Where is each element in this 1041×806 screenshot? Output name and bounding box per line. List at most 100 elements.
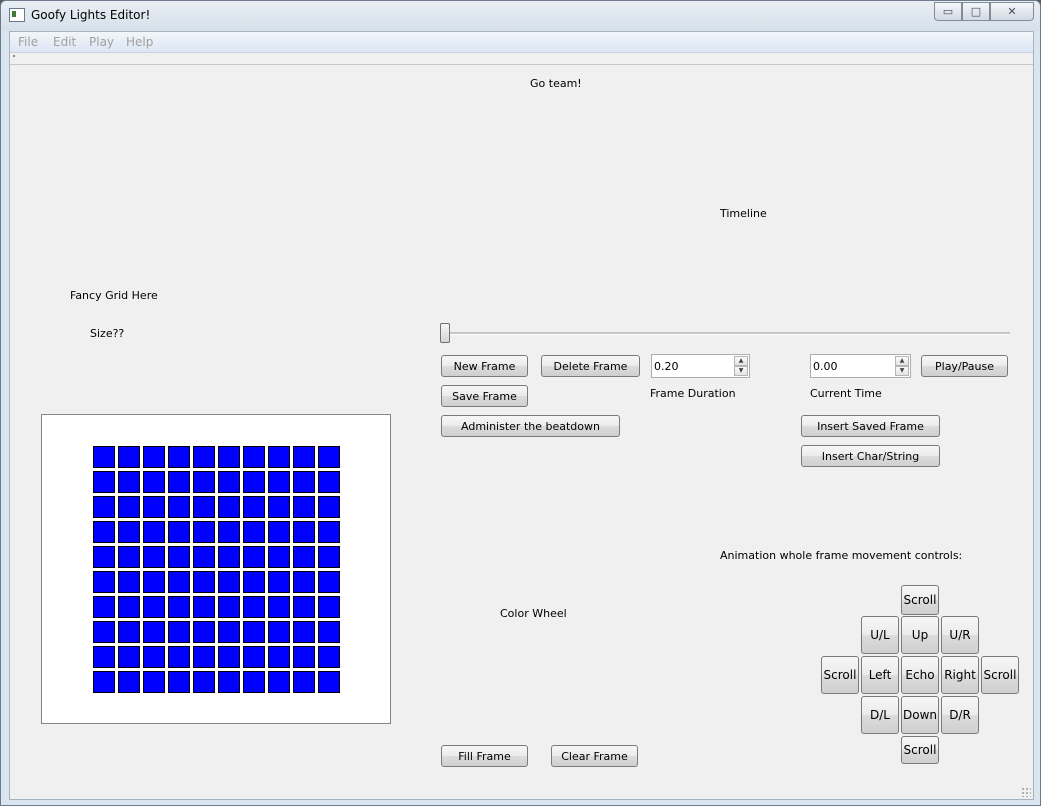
grid-cell[interactable]: [293, 571, 315, 593]
grid-cell[interactable]: [318, 546, 340, 568]
grid-cell[interactable]: [318, 446, 340, 468]
grid-cell[interactable]: [293, 521, 315, 543]
grid-cell[interactable]: [168, 596, 190, 618]
grid-cell[interactable]: [318, 521, 340, 543]
up-left-button[interactable]: U/L: [861, 616, 899, 654]
toolbar-handle[interactable]: [13, 55, 15, 57]
grid-cell[interactable]: [243, 521, 265, 543]
grid-cell[interactable]: [93, 621, 115, 643]
grid-cell[interactable]: [143, 621, 165, 643]
grid-cell[interactable]: [318, 671, 340, 693]
grid-cell[interactable]: [218, 521, 240, 543]
grid-cell[interactable]: [293, 471, 315, 493]
grid-cell[interactable]: [268, 446, 290, 468]
timeline-slider-track[interactable]: [450, 332, 1010, 335]
grid-cell[interactable]: [168, 671, 190, 693]
fill-frame-button[interactable]: Fill Frame: [441, 745, 528, 767]
grid-cell[interactable]: [193, 521, 215, 543]
grid-cell[interactable]: [118, 496, 140, 518]
insert-char-string-button[interactable]: Insert Char/String: [801, 445, 940, 467]
delete-frame-button[interactable]: Delete Frame: [541, 355, 640, 377]
new-frame-button[interactable]: New Frame: [441, 355, 528, 377]
grid-cell[interactable]: [143, 496, 165, 518]
grid-cell[interactable]: [193, 571, 215, 593]
grid-cell[interactable]: [268, 471, 290, 493]
maximize-button[interactable]: □: [962, 2, 990, 21]
grid-cell[interactable]: [143, 646, 165, 668]
clear-frame-button[interactable]: Clear Frame: [551, 745, 638, 767]
frame-duration-spinbox[interactable]: ▲ ▼: [651, 354, 750, 378]
minimize-button[interactable]: ▭: [934, 2, 962, 21]
grid-cell[interactable]: [293, 646, 315, 668]
administer-beatdown-button[interactable]: Administer the beatdown: [441, 415, 620, 437]
grid-cell[interactable]: [268, 621, 290, 643]
left-button[interactable]: Left: [861, 656, 899, 694]
grid-cell[interactable]: [218, 596, 240, 618]
grid-cell[interactable]: [143, 471, 165, 493]
grid-cell[interactable]: [143, 546, 165, 568]
grid-cell[interactable]: [118, 571, 140, 593]
grid-cell[interactable]: [293, 596, 315, 618]
down-left-button[interactable]: D/L: [861, 696, 899, 734]
grid-cell[interactable]: [93, 596, 115, 618]
resize-grip-icon[interactable]: [1021, 787, 1031, 797]
grid-cell[interactable]: [268, 521, 290, 543]
grid-cell[interactable]: [268, 496, 290, 518]
grid-cell[interactable]: [293, 671, 315, 693]
grid-cell[interactable]: [93, 671, 115, 693]
grid-cell[interactable]: [218, 471, 240, 493]
save-frame-button[interactable]: Save Frame: [441, 385, 528, 407]
grid-cell[interactable]: [243, 646, 265, 668]
menu-play[interactable]: Play: [89, 35, 114, 49]
grid-cell[interactable]: [243, 571, 265, 593]
grid-cell[interactable]: [143, 671, 165, 693]
grid-cell[interactable]: [193, 621, 215, 643]
grid-cell[interactable]: [118, 471, 140, 493]
scroll-up-button[interactable]: Scroll: [901, 585, 939, 615]
grid-cell[interactable]: [293, 446, 315, 468]
grid-cell[interactable]: [318, 571, 340, 593]
spin-down-icon[interactable]: ▼: [734, 366, 748, 376]
grid-cell[interactable]: [293, 546, 315, 568]
grid-cell[interactable]: [268, 596, 290, 618]
grid-cell[interactable]: [293, 496, 315, 518]
grid-cell[interactable]: [268, 546, 290, 568]
grid-cell[interactable]: [218, 621, 240, 643]
grid-cell[interactable]: [293, 621, 315, 643]
grid-cell[interactable]: [93, 521, 115, 543]
grid-cell[interactable]: [218, 496, 240, 518]
grid-cell[interactable]: [93, 446, 115, 468]
grid-cell[interactable]: [268, 571, 290, 593]
grid-cell[interactable]: [193, 496, 215, 518]
grid-cell[interactable]: [318, 471, 340, 493]
menu-help[interactable]: Help: [126, 35, 153, 49]
title-bar[interactable]: Goofy Lights Editor! ▭ □ ✕: [1, 1, 1040, 31]
grid-cell[interactable]: [118, 596, 140, 618]
grid-cell[interactable]: [143, 596, 165, 618]
grid-cell[interactable]: [168, 571, 190, 593]
grid-cell[interactable]: [243, 446, 265, 468]
grid-cell[interactable]: [168, 521, 190, 543]
grid-cell[interactable]: [193, 471, 215, 493]
spin-down-icon[interactable]: ▼: [895, 366, 909, 376]
down-right-button[interactable]: D/R: [941, 696, 979, 734]
grid-cell[interactable]: [243, 471, 265, 493]
grid-cell[interactable]: [118, 446, 140, 468]
grid-cell[interactable]: [93, 471, 115, 493]
grid-cell[interactable]: [218, 671, 240, 693]
grid-cell[interactable]: [193, 546, 215, 568]
grid-cell[interactable]: [143, 446, 165, 468]
grid-cell[interactable]: [93, 546, 115, 568]
grid-cell[interactable]: [143, 571, 165, 593]
grid-cell[interactable]: [218, 546, 240, 568]
grid-cell[interactable]: [218, 571, 240, 593]
grid-cell[interactable]: [168, 646, 190, 668]
grid-cell[interactable]: [318, 496, 340, 518]
scroll-down-button[interactable]: Scroll: [901, 736, 939, 764]
grid-cell[interactable]: [243, 496, 265, 518]
grid-cell[interactable]: [243, 671, 265, 693]
current-time-spinbox[interactable]: ▲ ▼: [810, 354, 911, 378]
current-time-input[interactable]: [811, 355, 893, 377]
grid-cell[interactable]: [193, 646, 215, 668]
menu-file[interactable]: File: [18, 35, 38, 49]
